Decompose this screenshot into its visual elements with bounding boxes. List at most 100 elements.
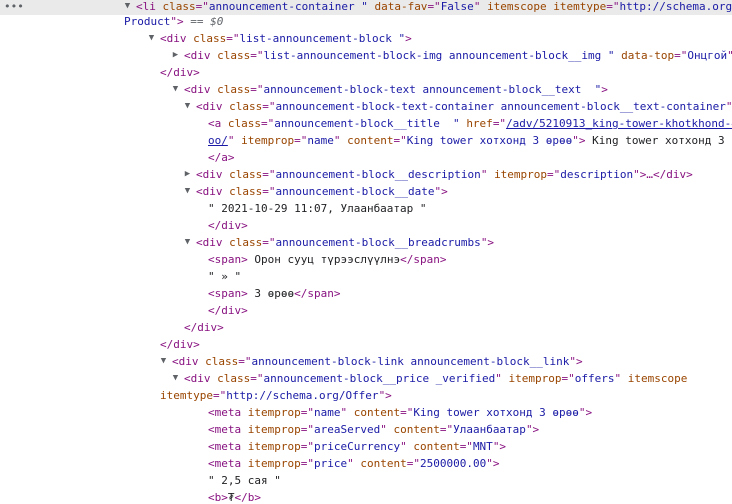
token: "	[480, 168, 495, 181]
token: "	[400, 440, 414, 453]
token: ">	[569, 355, 583, 368]
dom-line-code: <meta itemprop="price" content="2500000.…	[208, 455, 499, 472]
dom-line[interactable]: </div>	[0, 319, 732, 336]
token: 3 өрөө	[247, 287, 295, 300]
token: ="	[400, 406, 414, 419]
token: ="	[300, 440, 314, 453]
token: ">	[525, 423, 540, 436]
dom-line-code: </a>	[208, 149, 235, 166]
dom-line[interactable]: ▼ <div class="announcement-block-text ann…	[0, 81, 732, 98]
dom-line-code: </div>	[160, 336, 200, 353]
token: >	[405, 32, 412, 45]
expand-toggle-icon[interactable]: ▼	[183, 234, 192, 251]
token: ="	[261, 117, 275, 130]
dom-line[interactable]: </a>	[0, 149, 732, 166]
dom-line[interactable]: itemtype="http://schema.org/Offer">	[0, 387, 732, 404]
token: name	[313, 406, 341, 419]
expand-toggle-icon[interactable]: ▶	[171, 47, 180, 64]
token: " » "	[208, 270, 242, 283]
dom-line[interactable]: <meta itemprop="price" content="2500000.…	[0, 455, 732, 472]
token: class	[229, 236, 263, 249]
token: "	[495, 372, 509, 385]
token: <meta	[208, 440, 248, 453]
dom-line[interactable]: ▼ <div class="list-announcement-block ">	[0, 30, 732, 47]
token: ">	[486, 457, 500, 470]
dom-line-code: <div class="list-announcement-block-img …	[184, 47, 732, 64]
token: ">	[572, 134, 586, 147]
token: "	[333, 134, 348, 147]
dom-line[interactable]: <a class="announcement-block__title " hr…	[0, 115, 732, 132]
dom-line[interactable]: ▼ <div class="announcement-block-text-con…	[0, 98, 732, 115]
dom-line-code: <div class="announcement-block-link anno…	[172, 353, 583, 370]
dom-line[interactable]: <span> Орон сууц түрээслүүлнэ</span>	[0, 251, 732, 268]
token: content	[393, 423, 440, 436]
expand-toggle-icon[interactable]: ▶	[183, 166, 192, 183]
dom-line[interactable]: </div>	[0, 217, 732, 234]
token: class	[227, 117, 261, 130]
dom-line[interactable]: ▼ <div class="announcement-block__price _…	[0, 370, 732, 387]
token: announcement-block-text-container announ…	[275, 100, 726, 113]
token: class	[217, 49, 251, 62]
dom-line[interactable]: <meta itemprop="name" content="King towe…	[0, 404, 732, 421]
expand-toggle-icon[interactable]: ▼	[183, 183, 192, 200]
token: content	[353, 406, 401, 419]
dom-line[interactable]: </div>	[0, 64, 732, 81]
token: ="	[250, 83, 264, 96]
token: Product	[124, 15, 171, 28]
token: <meta	[208, 406, 248, 419]
dom-line[interactable]: ▼ <div class="announcement-block__date">	[0, 183, 732, 200]
token: ₮	[227, 491, 235, 504]
dom-line[interactable]: </div>	[0, 336, 732, 353]
token: ="	[226, 32, 240, 45]
dom-line-code: <span> 3 өрөө</span>	[208, 285, 340, 302]
expand-toggle-icon[interactable]: ▼	[147, 30, 156, 47]
token: King tower хотхонд 3 өрөө	[406, 134, 573, 147]
token: itemprop	[247, 457, 301, 470]
dom-line[interactable]: " » "	[0, 268, 732, 285]
dom-line[interactable]: oo/" itemprop="name" content="King tower…	[0, 132, 732, 149]
expand-toggle-icon[interactable]: ▼	[171, 370, 180, 387]
token: King tower хотхонд 3 өрөө	[592, 134, 732, 147]
token: announcement-block__title "	[274, 117, 460, 130]
token: 2500000.00	[419, 457, 487, 470]
token: http://schema.org/Offer	[226, 389, 379, 402]
dom-line[interactable]: Product"> == $0	[0, 13, 732, 30]
dom-line[interactable]: <meta itemprop="areaServed" content="Ула…	[0, 421, 732, 438]
token: itemtype	[553, 0, 607, 13]
dom-line[interactable]: " 2,5 сая "	[0, 472, 732, 489]
token: "	[340, 406, 354, 419]
dom-line[interactable]: ▼ <div class="announcement-block-link ann…	[0, 353, 732, 370]
dom-line-code: oo/" itemprop="name" content="King tower…	[208, 132, 732, 149]
token: ="	[393, 134, 407, 147]
token: ="	[195, 0, 209, 13]
dom-line[interactable]: <span> 3 өрөө</span>	[0, 285, 732, 302]
dom-line-code: <a class="announcement-block__title " hr…	[208, 115, 732, 132]
dom-line-code: <div class="announcement-block__breadcru…	[196, 234, 494, 251]
dom-line-code: </div>	[160, 64, 200, 81]
token: ">	[378, 389, 392, 402]
dom-line[interactable]: <meta itemprop="priceCurrency" content="…	[0, 438, 732, 455]
token: http://schema.org/	[619, 0, 732, 13]
dom-line[interactable]: ▼ <div class="announcement-block__breadcr…	[0, 234, 732, 251]
token[interactable]: oo/	[208, 134, 228, 147]
dom-line[interactable]: " 2021-10-29 11:07, Улаанбаатар "	[0, 200, 732, 217]
token[interactable]: /adv/5210913_king-tower-khotkhond-4-or	[506, 117, 732, 130]
token: description	[560, 168, 634, 181]
expand-toggle-icon[interactable]: ▼	[171, 81, 180, 98]
token: "	[227, 134, 242, 147]
dom-line-code: </div>	[208, 217, 248, 234]
token: itemscope	[627, 372, 688, 385]
dom-line[interactable]: <b>₮</b>	[0, 489, 732, 504]
expand-toggle-icon[interactable]: ▼	[183, 98, 192, 115]
token: data-fav	[374, 0, 428, 13]
expand-toggle-icon[interactable]: ▼	[159, 353, 168, 370]
dom-line-code: </div>	[208, 302, 248, 319]
token: </a>	[208, 151, 235, 164]
dom-line[interactable]: ▶ <div class="list-announcement-block-img…	[0, 47, 732, 64]
token: ="	[406, 457, 420, 470]
dom-line[interactable]: ▶ <div class="announcement-block__descrip…	[0, 166, 732, 183]
dom-line[interactable]: </div>	[0, 302, 732, 319]
token: ="	[300, 406, 314, 419]
token: ="	[606, 0, 620, 13]
token: ">	[578, 406, 593, 419]
